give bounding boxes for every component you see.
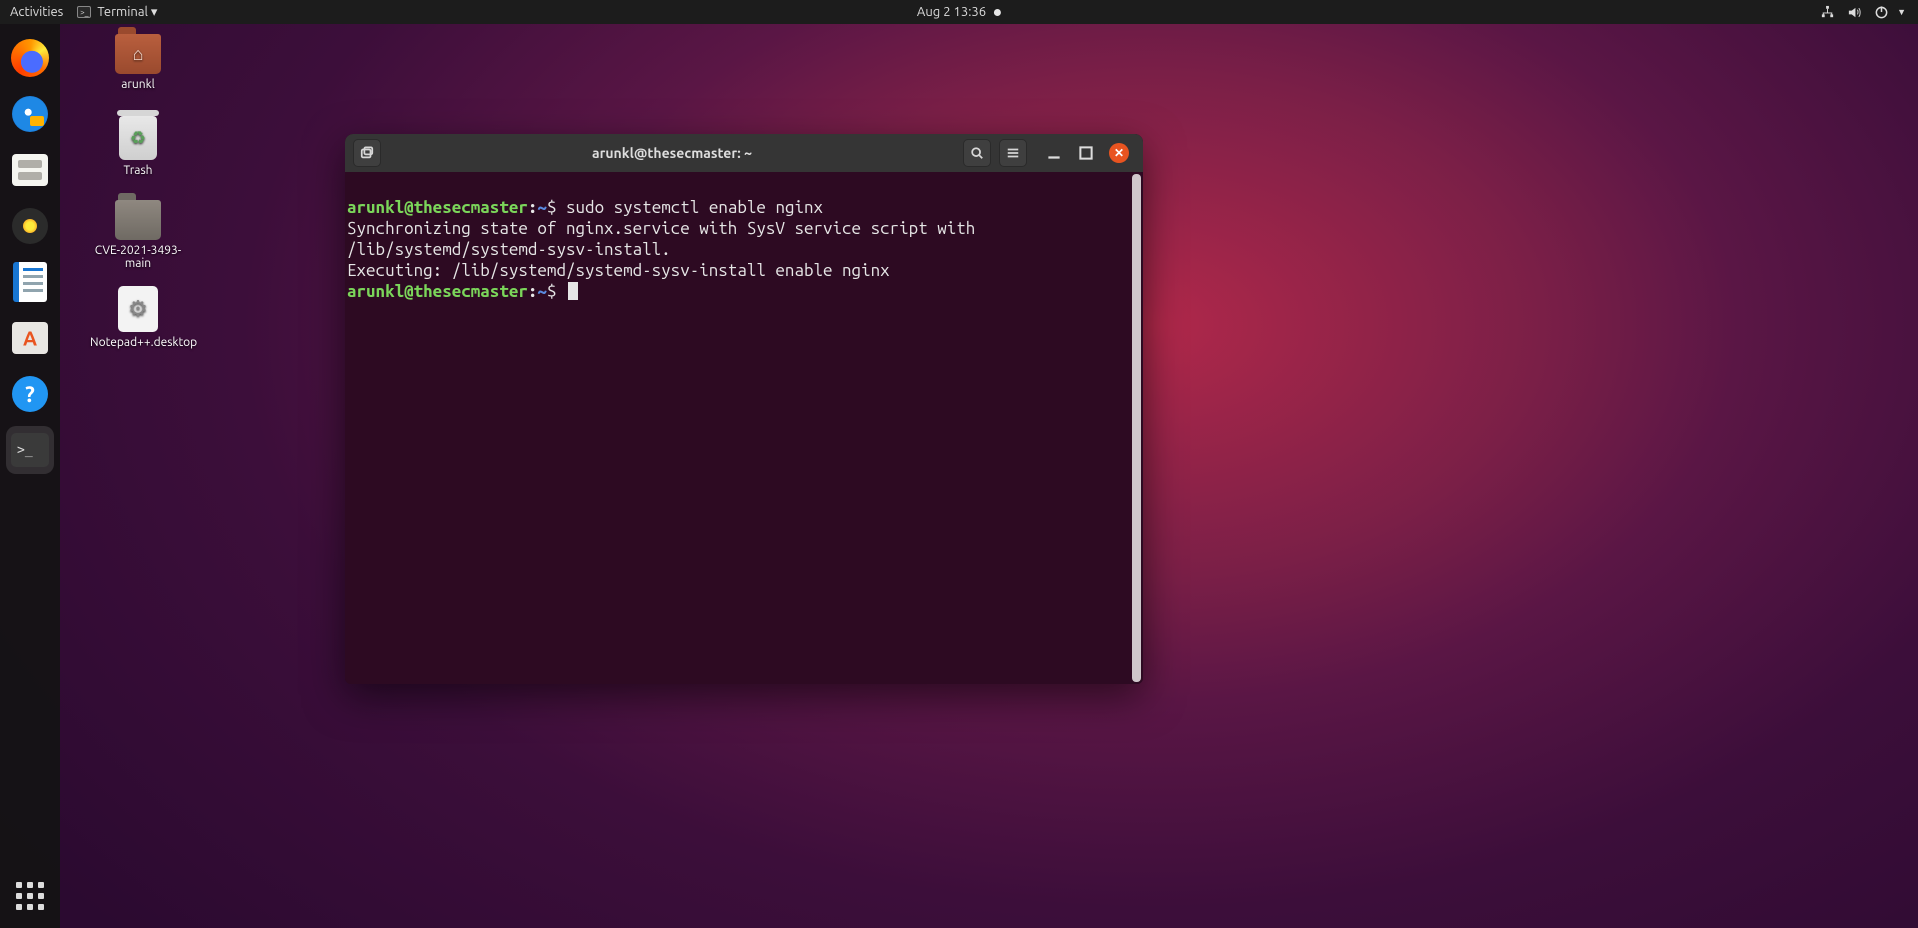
volume-icon [1847,5,1862,20]
scrollbar-thumb[interactable] [1132,174,1141,682]
dock-terminal[interactable]: >_ [6,426,54,474]
dock-writer[interactable] [6,258,54,306]
window-title: arunkl@thesecmaster: ~ [389,145,955,161]
power-icon [1874,5,1889,20]
desktop-icon-folder[interactable]: CVE-2021-3493-main [90,200,186,270]
search-icon [970,146,984,160]
writer-icon [13,262,47,302]
activities-button[interactable]: Activities [10,5,63,19]
clock[interactable]: Aug 2 13:36 [917,5,986,19]
folder-home-icon [115,34,161,74]
terminal-icon: >_ [77,6,91,18]
terminal-window: arunkl@thesecmaster: ~ ✕ arunkl@thesecma… [345,134,1143,684]
desktop-icon-label: arunkl [90,78,186,91]
desktop-file-icon [118,286,158,332]
rhythmbox-icon [12,208,48,244]
new-tab-icon [360,146,374,160]
desktop: arunkl Trash CVE-2021-3493-main Notepad+… [60,24,1918,928]
terminal-body[interactable]: arunkl@thesecmaster:~$ sudo systemctl en… [345,172,1143,684]
show-apps-button[interactable] [10,876,50,916]
prompt-symbol: $ [547,198,557,217]
folder-icon [115,200,161,240]
dock-firefox[interactable] [6,34,54,82]
desktop-icon-label: Trash [90,164,186,177]
terminal-cursor [568,282,578,300]
top-bar: Activities >_ Terminal ▾ Aug 2 13:36 ▼ [0,0,1918,24]
close-icon: ✕ [1114,146,1124,160]
dock-rhythmbox[interactable] [6,202,54,250]
dock-files[interactable] [6,146,54,194]
prompt-symbol: $ [547,282,557,301]
dock-software[interactable] [6,314,54,362]
close-button[interactable]: ✕ [1109,143,1129,163]
chevron-down-icon: ▼ [1897,7,1906,17]
trash-icon [119,116,157,160]
dock: ? >_ [0,24,60,928]
dock-help[interactable]: ? [6,370,54,418]
terminal-content: arunkl@thesecmaster:~$ sudo systemctl en… [347,176,1137,323]
maximize-button[interactable] [1077,144,1095,162]
terminal-scrollbar[interactable] [1132,174,1141,682]
desktop-icon-label: Notepad++.desktop [90,336,186,349]
firefox-icon [11,39,49,77]
prompt-user-host: arunkl@thesecmaster [347,282,528,301]
network-icon [1820,5,1835,20]
notification-dot-icon [994,9,1001,16]
files-icon [12,154,48,186]
search-button[interactable] [963,139,991,167]
desktop-icon-home[interactable]: arunkl [90,34,186,91]
hamburger-icon [1006,146,1020,160]
thunderbird-icon [12,96,48,132]
hamburger-menu-button[interactable] [999,139,1027,167]
window-titlebar[interactable]: arunkl@thesecmaster: ~ ✕ [345,134,1143,172]
minimize-icon [1045,144,1063,162]
software-icon [12,322,48,354]
prompt-user-host: arunkl@thesecmaster [347,198,528,217]
minimize-button[interactable] [1045,144,1063,162]
terminal-icon: >_ [11,433,49,467]
desktop-icon-label: CVE-2021-3493-main [90,244,186,270]
prompt-path: ~ [537,282,547,301]
dock-thunderbird[interactable] [6,90,54,138]
desktop-icon-trash[interactable]: Trash [90,116,186,177]
new-tab-button[interactable] [353,139,381,167]
app-menu-label: Terminal ▾ [97,5,157,20]
prompt-path: ~ [537,198,547,217]
system-tray[interactable]: ▼ [1820,5,1918,20]
desktop-icon-notepadpp[interactable]: Notepad++.desktop [90,286,186,349]
terminal-command: sudo systemctl enable nginx [566,198,823,217]
app-menu[interactable]: >_ Terminal ▾ [77,5,157,20]
help-icon: ? [12,376,48,412]
terminal-output: Executing: /lib/systemd/systemd-sysv-ins… [347,261,890,280]
maximize-icon [1077,144,1095,162]
terminal-output: Synchronizing state of nginx.service wit… [347,219,985,259]
